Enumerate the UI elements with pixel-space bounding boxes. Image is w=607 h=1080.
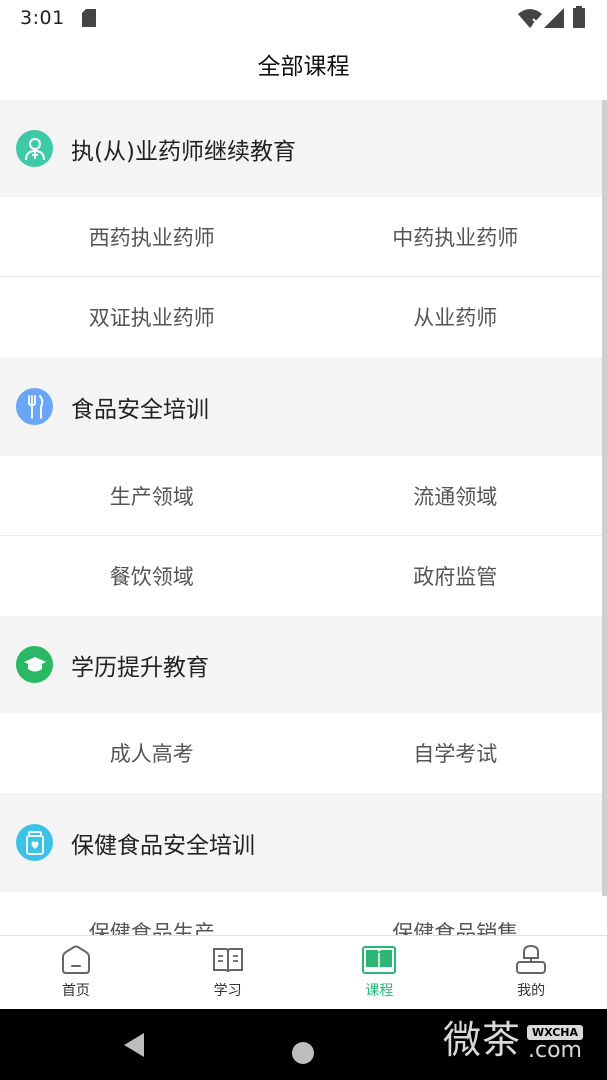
course-item-adult-exam[interactable]: 成人高考 xyxy=(0,713,304,793)
nav-profile[interactable]: 我的 xyxy=(455,936,607,1009)
course-item-chinese-pharmacist[interactable]: 中药执业药师 xyxy=(304,197,607,276)
bottom-nav: 首页 学习 课程 我的 xyxy=(0,935,607,1009)
home-icon xyxy=(61,945,90,974)
watermark-badge: WXCHA .com xyxy=(526,1025,583,1063)
scrollbar[interactable] xyxy=(602,100,607,896)
course-item-dual-pharmacist[interactable]: 双证执业药师 xyxy=(0,277,304,357)
course-row: 西药执业药师 中药执业药师 xyxy=(0,197,607,277)
course-row: 双证执业药师 从业药师 xyxy=(0,277,607,357)
signal-icon xyxy=(544,8,564,28)
course-item-catering[interactable]: 餐饮领域 xyxy=(0,536,304,616)
system-nav-bar: 微茶 WXCHA .com xyxy=(0,1009,607,1080)
category-title: 执(从)业药师继续教育 xyxy=(71,138,296,165)
wifi-icon xyxy=(518,9,542,28)
status-bar: 3:01 xyxy=(0,0,607,38)
category-header-pharmacist: 执(从)业药师继续教育 xyxy=(0,100,607,197)
nav-courses[interactable]: 课程 xyxy=(304,936,456,1009)
nav-label: 首页 xyxy=(61,983,90,999)
back-icon[interactable] xyxy=(123,1032,145,1058)
health-food-icon xyxy=(16,824,53,861)
course-item-self-study-exam[interactable]: 自学考试 xyxy=(304,713,607,793)
category-header-education: 学历提升教育 xyxy=(0,616,607,713)
course-row: 餐饮领域 政府监管 xyxy=(0,536,607,616)
status-time: 3:01 xyxy=(20,7,65,29)
graduation-cap-icon xyxy=(16,646,53,683)
category-title: 学历提升教育 xyxy=(71,654,209,681)
course-row: 成人高考 自学考试 xyxy=(0,713,607,793)
course-row: 保健食品生产 保健食品销售 xyxy=(0,892,607,935)
page-title: 全部课程 xyxy=(257,54,350,80)
pharmacist-icon xyxy=(16,130,53,167)
nav-home[interactable]: 首页 xyxy=(0,936,152,1009)
watermark-domain: .com xyxy=(528,1038,582,1063)
watermark: 微茶 WXCHA .com xyxy=(443,1017,583,1063)
course-book-icon xyxy=(362,946,397,974)
system-home-button[interactable] xyxy=(292,1042,314,1064)
watermark-chars: 微茶 xyxy=(442,1018,521,1062)
course-row: 生产领域 流通领域 xyxy=(0,456,607,536)
category-header-food-safety: 食品安全培训 xyxy=(0,357,607,456)
course-item-government[interactable]: 政府监管 xyxy=(304,536,607,616)
profile-icon xyxy=(516,945,547,974)
course-item-western-pharmacist[interactable]: 西药执业药师 xyxy=(0,197,304,276)
nav-study[interactable]: 学习 xyxy=(152,936,304,1009)
battery-icon xyxy=(573,6,585,28)
page-header: 全部课程 xyxy=(0,38,607,100)
nav-label: 学习 xyxy=(213,983,242,999)
sd-card-icon xyxy=(82,9,96,27)
course-item-health-food-production[interactable]: 保健食品生产 xyxy=(0,892,304,935)
course-item-health-food-sales[interactable]: 保健食品销售 xyxy=(304,892,607,935)
course-item-circulation[interactable]: 流通领域 xyxy=(304,456,607,535)
nav-label: 我的 xyxy=(517,983,546,999)
book-open-icon xyxy=(212,948,243,973)
course-item-production[interactable]: 生产领域 xyxy=(0,456,304,535)
category-title: 保健食品安全培训 xyxy=(71,832,255,859)
course-list[interactable]: 执(从)业药师继续教育 西药执业药师 中药执业药师 双证执业药师 从业药师 食品… xyxy=(0,100,607,935)
course-item-practicing-pharmacist[interactable]: 从业药师 xyxy=(304,277,607,357)
fork-knife-icon xyxy=(16,388,53,425)
nav-label: 课程 xyxy=(365,983,394,999)
category-title: 食品安全培训 xyxy=(71,396,209,423)
category-header-health-food: 保健食品安全培训 xyxy=(0,793,607,892)
